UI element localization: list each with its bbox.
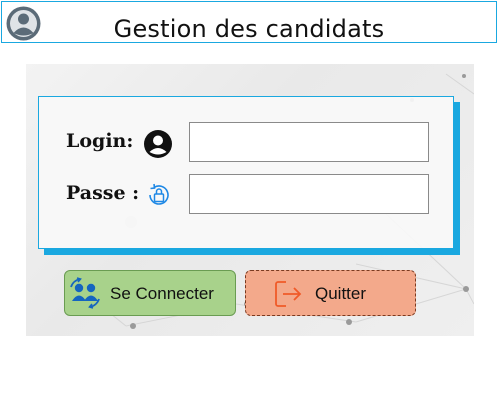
login-panel xyxy=(38,96,454,249)
exit-arrow-icon xyxy=(275,281,302,307)
window-title: Gestion des candidats xyxy=(113,15,385,43)
quit-button[interactable]: Quitter xyxy=(245,270,416,316)
title-bar: Gestion des candidats xyxy=(1,1,497,43)
lock-refresh-icon xyxy=(149,183,169,205)
user-circle-icon xyxy=(144,130,172,158)
users-sync-icon xyxy=(70,277,100,309)
password-input[interactable] xyxy=(189,174,429,214)
login-input[interactable] xyxy=(189,122,429,162)
connect-button[interactable]: Se Connecter xyxy=(64,270,236,316)
connect-button-label: Se Connecter xyxy=(110,284,214,303)
password-label: Passe : xyxy=(66,182,140,204)
login-label: Login: xyxy=(66,130,134,152)
quit-button-label: Quitter xyxy=(315,284,367,303)
